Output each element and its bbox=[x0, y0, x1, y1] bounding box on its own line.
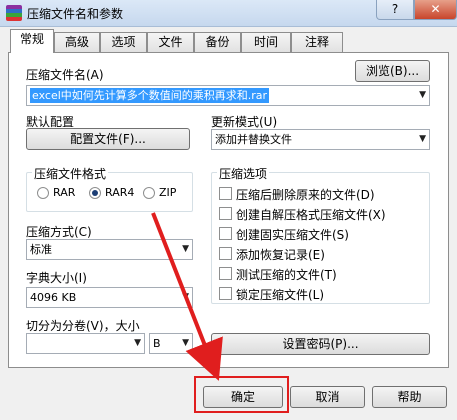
annotation-arrow bbox=[151, 212, 223, 381]
